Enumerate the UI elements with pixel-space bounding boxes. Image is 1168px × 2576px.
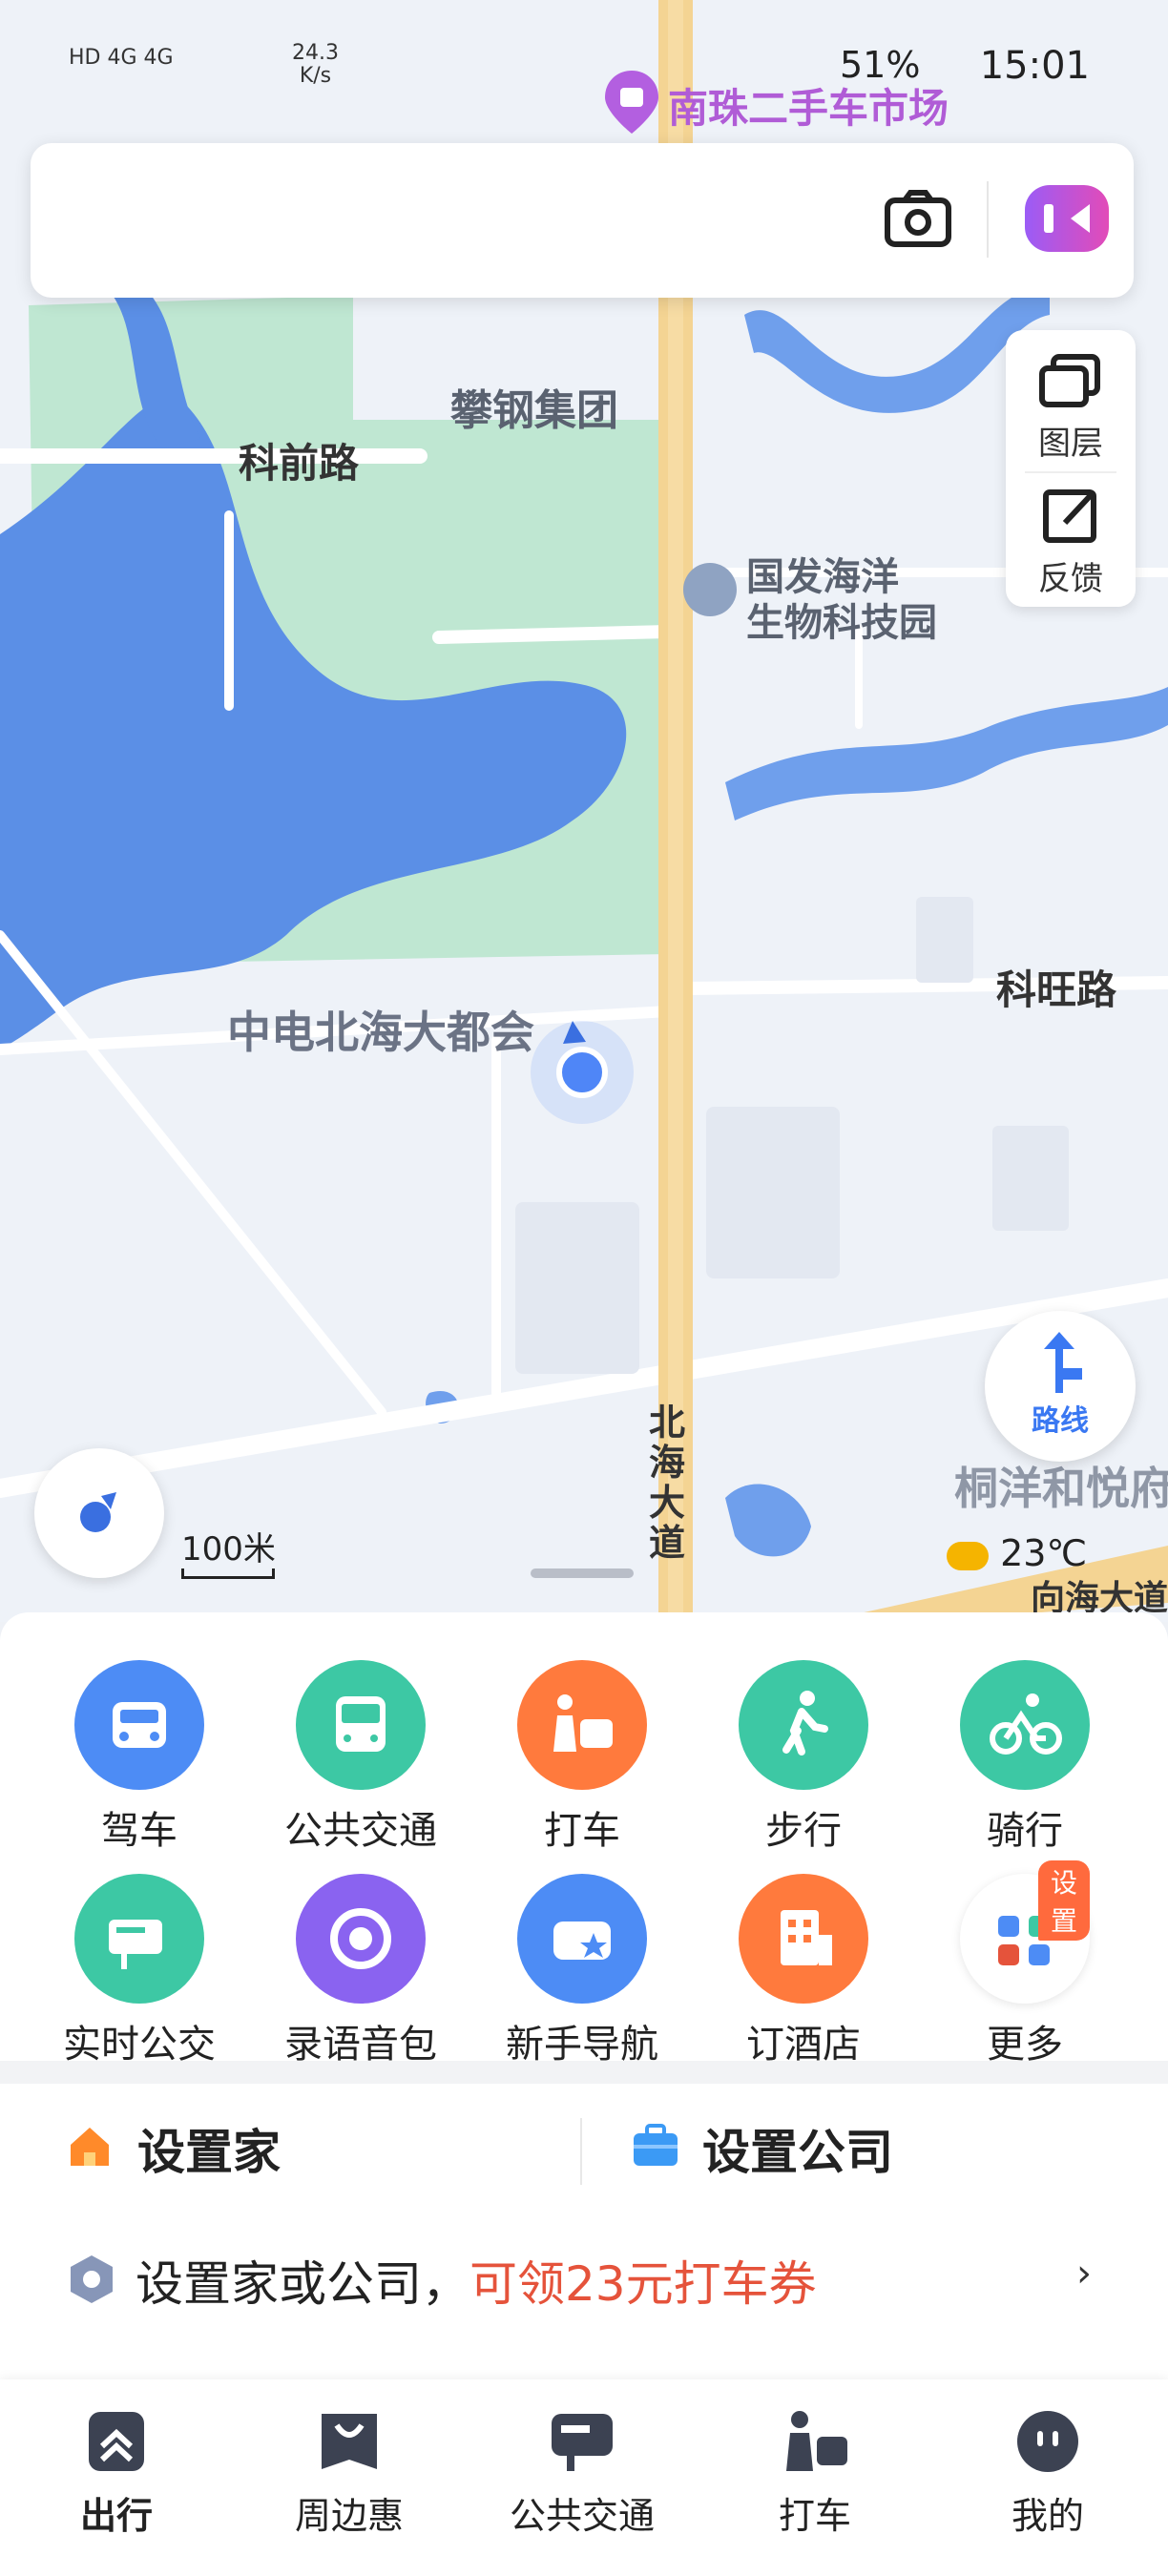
hexagon-icon (69, 2254, 115, 2309)
quick-action-realtime-bus[interactable]: 实时公交 (29, 1874, 250, 2068)
quick-action-more[interactable]: 设置 更多 (914, 1860, 1136, 2068)
transit-icon (552, 2414, 613, 2471)
places-divider (580, 2118, 582, 2185)
route-arrow-icon (1044, 1332, 1082, 1393)
nav-tab-travel[interactable]: 出行 (0, 2408, 233, 2539)
section-separator (0, 2061, 1168, 2084)
promo-prefix: 设置家或公司， (136, 2256, 469, 2312)
nav-tab-taxi[interactable]: 打车 (699, 2408, 931, 2539)
realtime-bus-icon (74, 1874, 204, 2004)
side-divider (1025, 471, 1116, 473)
bike-icon (960, 1660, 1090, 1790)
layers-icon (1039, 354, 1100, 407)
quick-action-new-driver[interactable]: 新手导航 (471, 1874, 693, 2068)
nav-tab-profile[interactable]: 我的 (931, 2408, 1164, 2539)
network-indicator: HD 4G 4G (69, 46, 174, 70)
route-label: 路线 (1032, 1404, 1089, 1438)
hotel-icon (739, 1874, 868, 2004)
nav-tab-transit[interactable]: 公共交通 (466, 2408, 699, 2539)
cloud-rain-icon (947, 1541, 989, 1570)
search-divider (987, 181, 989, 258)
layers-label: 图层 (1038, 425, 1103, 463)
nav-label: 周边惠 (294, 2495, 404, 2537)
quick-action-bike[interactable]: 骑行 (914, 1660, 1136, 1855)
shopping-pin-icon (603, 69, 660, 139)
quick-actions-panel: 驾车 公共交通 打车 步行 骑行 实时公交 录语音包 新手导航 订酒店 设置 更… (0, 1612, 1168, 2067)
camera-icon[interactable] (884, 189, 952, 254)
quick-action-hotel[interactable]: 订酒店 (693, 1874, 914, 2068)
map-label-zhongdian: 中电北海大都会 (227, 1007, 534, 1058)
quick-action-walk[interactable]: 步行 (693, 1660, 914, 1855)
map-label-keqian-road: 科前路 (239, 440, 360, 487)
network-speed: 24.3 K/s (292, 42, 339, 88)
speed-value: 24.3 (292, 41, 339, 65)
map-label-pangang: 攀钢集团 (450, 386, 618, 435)
route-button[interactable]: 路线 (985, 1311, 1136, 1462)
briefcase-icon (632, 2124, 679, 2171)
car-icon (74, 1660, 204, 1790)
quick-action-label: 骑行 (987, 1809, 1063, 1853)
travel-icon (89, 2412, 144, 2471)
promo-banner[interactable]: 设置家或公司，可领23元打车券 (136, 2246, 817, 2315)
set-home-button[interactable]: 设置家 (137, 2114, 281, 2183)
quick-action-label: 步行 (765, 1809, 842, 1853)
more-apps-icon: 设置 (960, 1860, 1090, 2004)
search-bar[interactable] (31, 143, 1134, 298)
chevron-right-icon[interactable]: › (1076, 2252, 1092, 2296)
poi-pin-icon (683, 563, 737, 616)
set-company-button[interactable]: 设置公司 (702, 2114, 893, 2183)
promo-highlight: 可领23元打车券 (469, 2256, 817, 2312)
quick-action-label: 驾车 (101, 1809, 177, 1853)
layers-button[interactable]: 图层 (1006, 351, 1136, 464)
quick-action-label: 公共交通 (284, 1809, 437, 1853)
map-label-kewang-road: 科旺路 (996, 966, 1117, 1013)
map-label-beihai-4: 道 (649, 1522, 686, 1564)
poi-label-top[interactable]: 南珠二手车市场 (668, 76, 949, 135)
more-badge: 设置 (1038, 1860, 1090, 1941)
nav-label: 我的 (1011, 2495, 1084, 2537)
voice-assistant-icon[interactable] (1021, 181, 1113, 260)
quick-action-taxi[interactable]: 打车 (471, 1660, 693, 1855)
bus-icon (296, 1660, 426, 1790)
feedback-label: 反馈 (1038, 560, 1103, 598)
clock: 15:01 (979, 44, 1090, 88)
quick-action-voice-pack[interactable]: 录语音包 (250, 1874, 471, 2068)
search-input[interactable] (63, 181, 849, 260)
voice-pack-icon (296, 1874, 426, 2004)
nearby-deals-icon (322, 2414, 377, 2469)
map-scale-bar (181, 1568, 275, 1579)
new-driver-icon (517, 1874, 647, 2004)
bottom-navigation: 出行 周边惠 公共交通 打车 我的 (0, 2379, 1168, 2576)
temperature: 23℃ (1000, 1532, 1088, 1574)
walk-icon (739, 1660, 868, 1790)
map-label-tongyang: 桐洋和悦府 (954, 1463, 1168, 1514)
map-label-guofa-2[interactable]: 生物科技园 (746, 592, 937, 647)
nav-label: 打车 (778, 2495, 851, 2537)
quick-action-label: 打车 (544, 1809, 620, 1853)
quick-action-drive[interactable]: 驾车 (29, 1660, 250, 1855)
nav-label: 出行 (79, 2495, 153, 2537)
set-places-card: 设置家 设置公司 设置家或公司，可领23元打车券 › (0, 2084, 1168, 2379)
panel-drag-handle[interactable] (531, 1568, 634, 1578)
home-icon (67, 2124, 109, 2166)
compass-icon (80, 1492, 116, 1532)
nav-tab-nearby-deals[interactable]: 周边惠 (233, 2408, 466, 2539)
nav-label: 公共交通 (509, 2495, 655, 2537)
weather-widget[interactable]: 23℃ (947, 1532, 1087, 1574)
speed-unit: K/s (299, 64, 332, 88)
map-scale-label: 100米 (181, 1530, 276, 1568)
taxi-icon (517, 1660, 647, 1790)
feedback-button[interactable]: 反馈 (1006, 487, 1136, 599)
status-bar: HD 4G 4G 24.3 K/s 51% 15:01 (0, 38, 1168, 95)
quick-action-transit[interactable]: 公共交通 (250, 1660, 471, 1855)
map-side-controls: 图层 反馈 (1006, 330, 1136, 607)
feedback-icon (1043, 489, 1096, 543)
locate-button[interactable] (34, 1448, 164, 1578)
taxi-nav-icon (786, 2411, 847, 2471)
profile-icon (1017, 2411, 1078, 2472)
